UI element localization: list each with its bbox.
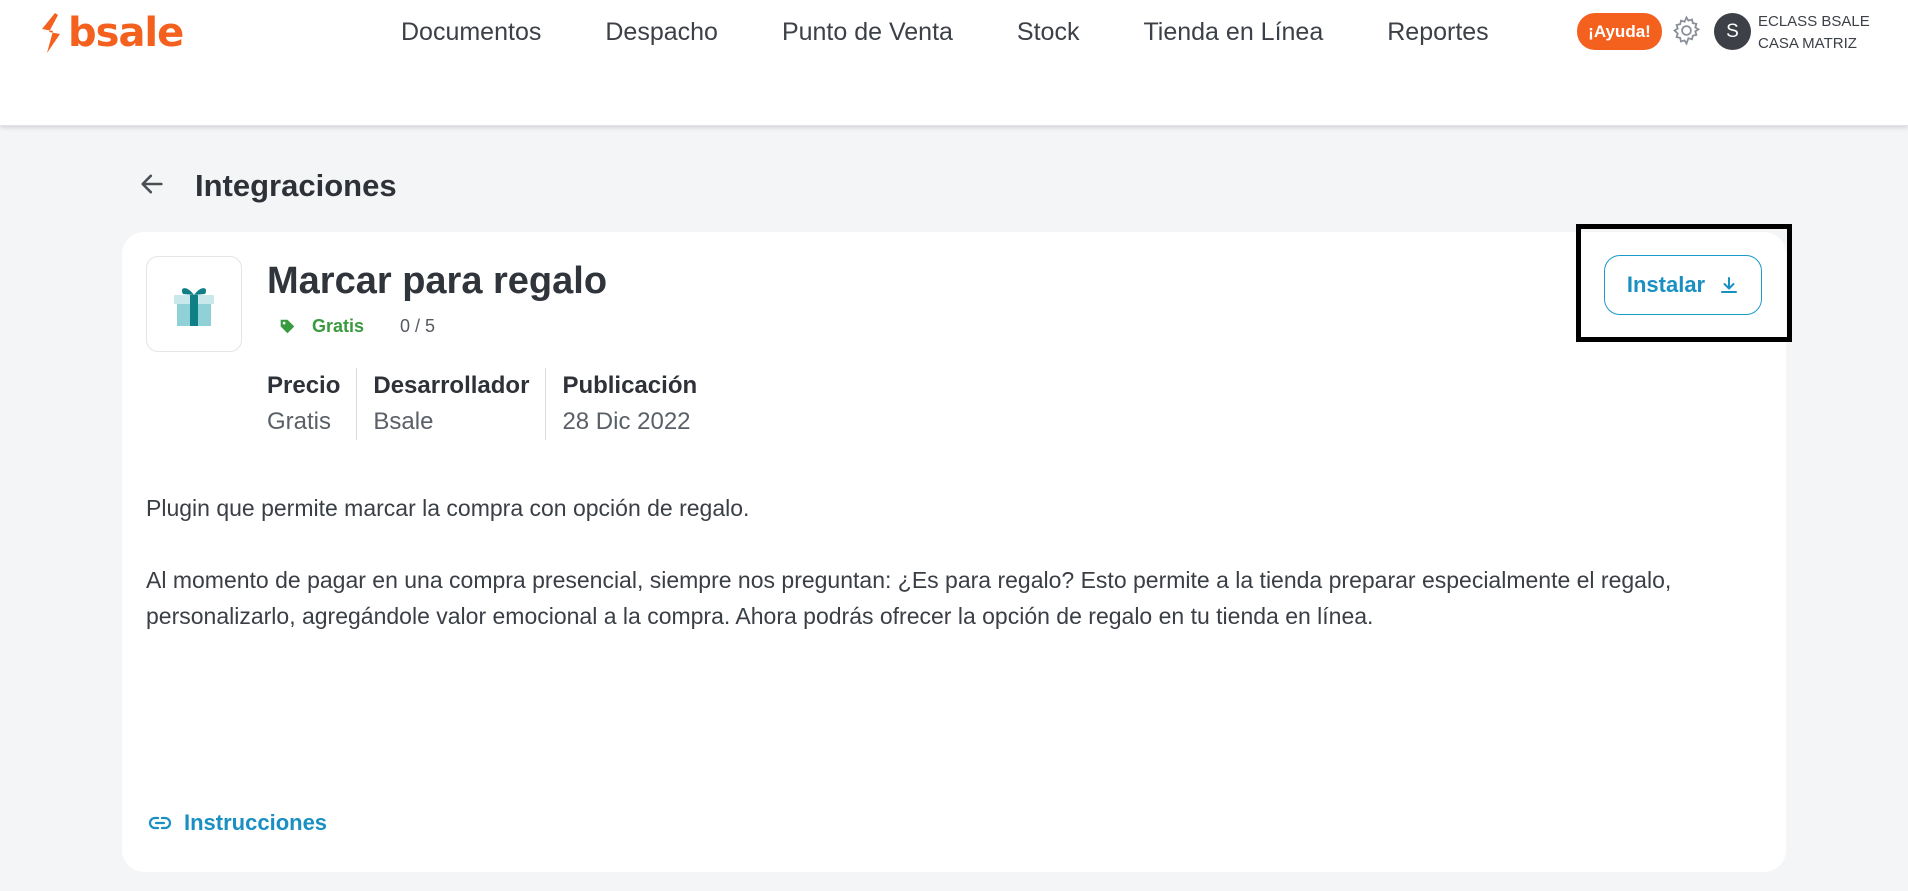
bsale-logo-icon	[42, 12, 60, 53]
app-title: Marcar para regalo	[267, 260, 608, 302]
description-paragraph: Al momento de pagar en una compra presen…	[146, 567, 1672, 629]
app-details: Precio Gratis Desarrollador Bsale Public…	[267, 368, 713, 440]
detail-desarrollador: Desarrollador Bsale	[356, 368, 545, 440]
link-icon	[148, 816, 172, 830]
download-icon	[1721, 277, 1738, 293]
gear-icon[interactable]	[1670, 14, 1703, 47]
account-company: ECLASS BSALE	[1758, 13, 1870, 30]
instructions-label: Instrucciones	[184, 810, 328, 835]
detail-label: Desarrollador	[373, 372, 530, 399]
detail-value: Bsale	[373, 408, 434, 435]
page-title: Integraciones	[195, 168, 397, 203]
nav-despacho[interactable]: Despacho	[605, 18, 718, 47]
nav-documentos[interactable]: Documentos	[401, 18, 541, 47]
rating: 0 / 5	[400, 316, 436, 336]
description-paragraph: Plugin que permite marcar la compra con …	[146, 495, 750, 521]
detail-value: 28 Dic 2022	[562, 408, 691, 435]
detail-publicacion: Publicación 28 Dic 2022	[545, 368, 713, 440]
main-nav: Documentos Despacho Punto de Venta Stock…	[401, 14, 1489, 50]
back-arrow-icon[interactable]	[138, 170, 166, 198]
app-description: Plugin que permite marcar la compra con …	[146, 490, 1756, 634]
price-tag: Gratis	[312, 316, 365, 336]
install-label: Instalar	[1626, 272, 1706, 297]
price-tag-icon	[280, 319, 295, 334]
gift-icon	[174, 288, 214, 326]
detail-precio: Precio Gratis	[267, 368, 356, 440]
nav-stock[interactable]: Stock	[1017, 18, 1080, 47]
nav-reportes[interactable]: Reportes	[1387, 18, 1488, 47]
detail-label: Precio	[267, 372, 341, 399]
account-branch: CASA MATRIZ	[1758, 35, 1857, 52]
app-icon-container	[146, 256, 242, 352]
account-info[interactable]: ECLASS BSALE CASA MATRIZ	[1758, 11, 1870, 55]
avatar[interactable]: S	[1714, 13, 1751, 50]
nav-tienda-en-linea[interactable]: Tienda en Línea	[1143, 18, 1323, 47]
nav-punto-de-venta[interactable]: Punto de Venta	[782, 18, 953, 47]
integration-card: Marcar para regalo Gratis 0 / 5 Precio G…	[122, 232, 1786, 872]
help-button[interactable]: ¡Ayuda!	[1577, 13, 1662, 50]
install-button[interactable]: Instalar	[1604, 255, 1762, 315]
detail-label: Publicación	[562, 372, 698, 399]
logo-text: bsale	[68, 9, 184, 56]
instructions-link[interactable]: Instrucciones	[148, 810, 327, 836]
top-navigation-bar: bsale Documentos Despacho Punto de Venta…	[0, 0, 1908, 126]
detail-value: Gratis	[267, 408, 332, 435]
app-meta: Gratis 0 / 5	[279, 316, 435, 337]
bsale-logo[interactable]: bsale	[38, 9, 184, 56]
